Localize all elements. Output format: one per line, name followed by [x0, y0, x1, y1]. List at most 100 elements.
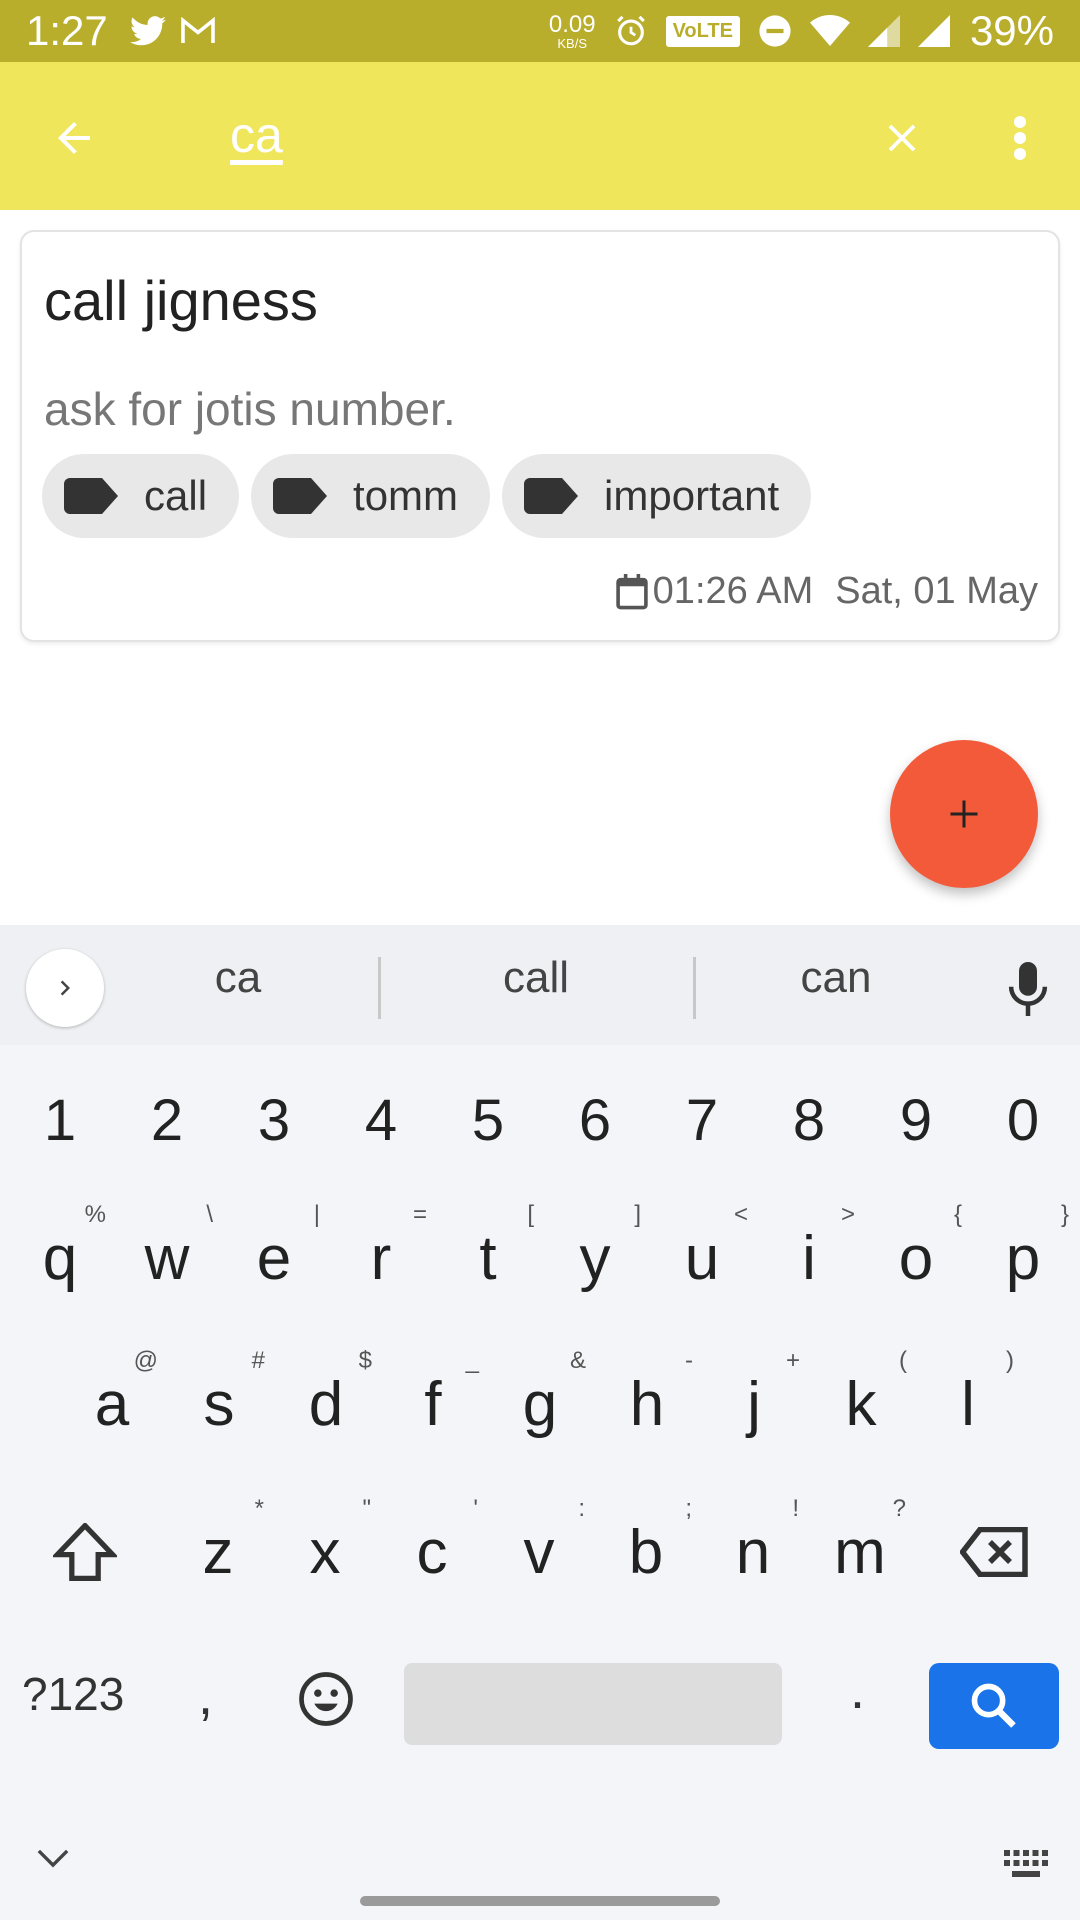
- key-hint: ;: [685, 1495, 692, 1522]
- backspace-key[interactable]: [930, 1487, 1060, 1617]
- letter-row-2: a @ s # d $ f _ g & h - j + k(l): [0, 1339, 1080, 1469]
- more-options-button[interactable]: [1000, 108, 1040, 168]
- keyboard-switch-icon[interactable]: [1004, 1850, 1048, 1878]
- key[interactable]: h-: [597, 1339, 697, 1469]
- key-hint: ]: [634, 1201, 641, 1228]
- key-label: 3: [257, 1087, 291, 1153]
- key[interactable]: q%: [10, 1193, 110, 1323]
- key-label: 2: [150, 1087, 184, 1153]
- key-label: t: [479, 1223, 497, 1293]
- key[interactable]: e |: [224, 1193, 324, 1323]
- arrow-back-icon: [58, 122, 90, 154]
- comma-key[interactable]: ,: [198, 1665, 213, 1727]
- key-label: u: [684, 1223, 720, 1293]
- key-hint: ): [1006, 1347, 1014, 1374]
- symbols-key[interactable]: ?123: [22, 1667, 124, 1721]
- key[interactable]: l): [918, 1339, 1018, 1469]
- search-app-bar: ca: [0, 62, 1080, 210]
- shift-icon: [53, 1523, 117, 1581]
- key[interactable]: j +: [704, 1339, 804, 1469]
- add-note-button[interactable]: [890, 740, 1038, 888]
- label-chip[interactable]: important: [502, 454, 812, 538]
- mic-icon: [1008, 962, 1048, 1016]
- key-hint: _: [465, 1347, 479, 1374]
- more-vert-icon: [1014, 116, 1026, 160]
- key-label: a: [94, 1369, 130, 1439]
- shift-key[interactable]: [20, 1487, 150, 1617]
- key-label: f: [424, 1369, 442, 1439]
- suggestion-item[interactable]: call: [416, 953, 656, 1003]
- expand-toolbar-button[interactable]: [26, 949, 104, 1027]
- calendar-icon: [615, 573, 648, 609]
- key[interactable]: f _: [383, 1339, 483, 1469]
- signal-icon: [917, 15, 950, 47]
- key[interactable]: a @: [62, 1339, 162, 1469]
- key[interactable]: p}: [973, 1193, 1073, 1323]
- clear-search-button[interactable]: [872, 108, 932, 168]
- key-hint: -: [685, 1347, 693, 1374]
- key[interactable]: 2: [117, 1055, 217, 1185]
- backspace-icon: [960, 1527, 1028, 1577]
- key[interactable]: g &: [490, 1339, 590, 1469]
- key[interactable]: 6: [545, 1055, 645, 1185]
- key[interactable]: 7: [652, 1055, 752, 1185]
- key[interactable]: w \: [117, 1193, 217, 1323]
- label-icon: [64, 478, 118, 514]
- key-label: 1: [43, 1087, 77, 1153]
- key-label: x: [309, 1517, 341, 1587]
- note-body: ask for jotis number.: [44, 383, 456, 435]
- key[interactable]: x ": [275, 1487, 375, 1617]
- note-title: call jigness: [44, 269, 318, 332]
- key[interactable]: s #: [169, 1339, 269, 1469]
- chevron-right-icon: [60, 980, 70, 996]
- key[interactable]: r =: [331, 1193, 431, 1323]
- keyboard: ca call can 1234567890 q% w \ e | r = t[y] u < i > o…: [0, 925, 1080, 1920]
- net-speed: 0.09 KB/S: [549, 12, 596, 50]
- label-chip[interactable]: tomm: [251, 454, 491, 538]
- key-label: b: [628, 1517, 664, 1587]
- key[interactable]: 5: [438, 1055, 538, 1185]
- period-key[interactable]: .: [850, 1659, 865, 1721]
- key-hint: ': [473, 1495, 478, 1522]
- key[interactable]: 3: [224, 1055, 324, 1185]
- key[interactable]: 8: [759, 1055, 859, 1185]
- key[interactable]: t[: [438, 1193, 538, 1323]
- key[interactable]: n!: [703, 1487, 803, 1617]
- key[interactable]: o{: [866, 1193, 966, 1323]
- key[interactable]: u <: [652, 1193, 752, 1323]
- close-icon: [888, 124, 916, 152]
- key[interactable]: z *: [168, 1487, 268, 1617]
- back-button[interactable]: [46, 110, 102, 166]
- space-key[interactable]: [404, 1663, 782, 1745]
- key-label: j: [747, 1369, 761, 1439]
- key[interactable]: 0: [973, 1055, 1073, 1185]
- search-input[interactable]: ca: [230, 106, 283, 164]
- key-label: g: [522, 1369, 558, 1439]
- key-label: n: [735, 1517, 771, 1587]
- search-key[interactable]: [929, 1663, 1059, 1749]
- suggestion-item[interactable]: ca: [118, 953, 358, 1003]
- key[interactable]: d $: [276, 1339, 376, 1469]
- key[interactable]: 9: [866, 1055, 966, 1185]
- label-chip[interactable]: call: [42, 454, 240, 538]
- key-hint: @: [133, 1347, 158, 1374]
- key[interactable]: v:: [489, 1487, 589, 1617]
- key[interactable]: 4: [331, 1055, 431, 1185]
- chevron-down-icon[interactable]: [36, 1846, 70, 1870]
- key[interactable]: c ': [382, 1487, 482, 1617]
- voice-input-button[interactable]: [1000, 957, 1056, 1021]
- note-card[interactable]: call jigness ask for jotis number. call …: [20, 230, 1060, 642]
- suggestion-item[interactable]: can: [716, 953, 956, 1003]
- key[interactable]: i >: [759, 1193, 859, 1323]
- key-label: h: [629, 1369, 665, 1439]
- battery-percent: 39%: [969, 7, 1054, 54]
- key[interactable]: k(: [811, 1339, 911, 1469]
- letter-row-3: z * x " c ' v: b; n! m?: [0, 1487, 1080, 1617]
- key-hint: <: [733, 1201, 748, 1228]
- emoji-icon[interactable]: [298, 1671, 354, 1727]
- key[interactable]: 1: [10, 1055, 110, 1185]
- home-gesture-handle[interactable]: [360, 1896, 720, 1906]
- key[interactable]: y]: [545, 1193, 645, 1323]
- key[interactable]: m?: [810, 1487, 910, 1617]
- key[interactable]: b;: [596, 1487, 696, 1617]
